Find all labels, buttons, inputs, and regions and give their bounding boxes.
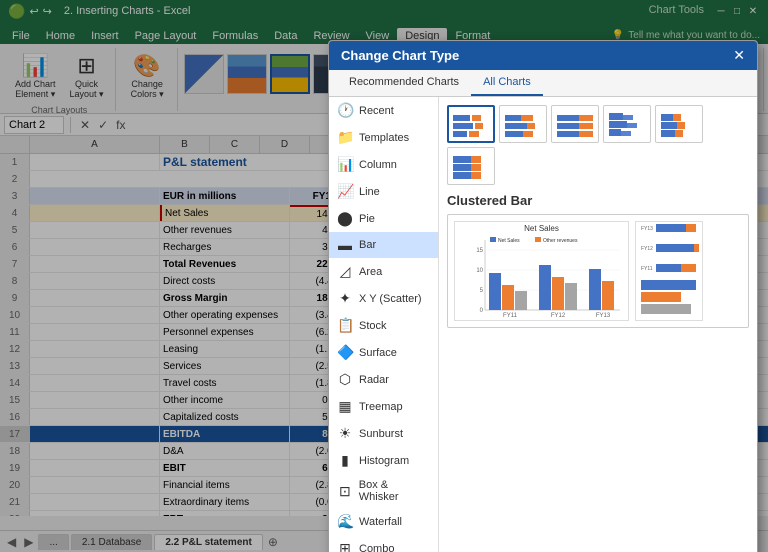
subtype-3d-100pct-bar[interactable] bbox=[447, 147, 495, 185]
waterfall-icon: 🌊 bbox=[337, 513, 353, 530]
sunburst-icon: ☀ bbox=[337, 425, 353, 442]
modal-close-button[interactable]: ✕ bbox=[733, 47, 745, 64]
area-icon: ◿ bbox=[337, 263, 353, 280]
chart-type-line[interactable]: 📈 Line bbox=[329, 178, 438, 205]
chart-preview: Net Sales 0 bbox=[447, 214, 749, 328]
chart-type-pie[interactable]: ⬤ Pie bbox=[329, 205, 438, 232]
subtype-clustered-bar[interactable] bbox=[447, 105, 495, 143]
chart-type-radar[interactable]: ⬡ Radar bbox=[329, 366, 438, 393]
tab-all-charts[interactable]: All Charts bbox=[471, 70, 543, 96]
histogram-icon: ▮ bbox=[337, 452, 353, 469]
combo-icon: ⊞ bbox=[337, 540, 353, 552]
treemap-icon: ▦ bbox=[337, 398, 353, 415]
preview-alt-chart: FY13 FY12 FY11 bbox=[635, 221, 703, 321]
svg-text:Net Sales: Net Sales bbox=[498, 238, 520, 244]
svg-text:FY12: FY12 bbox=[551, 313, 566, 319]
tab-recommended-charts[interactable]: Recommended Charts bbox=[337, 70, 471, 96]
subtype-100pct-stacked-bar[interactable] bbox=[551, 105, 599, 143]
pie-icon: ⬤ bbox=[337, 210, 353, 227]
recent-icon: 🕐 bbox=[337, 102, 353, 119]
chart-type-combo[interactable]: ⊞ Combo bbox=[329, 535, 438, 552]
scatter-icon: ✦ bbox=[337, 290, 353, 307]
chart-type-bar[interactable]: ▬ Bar bbox=[329, 232, 438, 258]
svg-text:FY11: FY11 bbox=[641, 266, 653, 272]
line-icon: 📈 bbox=[337, 183, 353, 200]
radar-icon: ⬡ bbox=[337, 371, 353, 388]
modal-tab-bar: Recommended Charts All Charts bbox=[329, 70, 757, 97]
svg-text:FY11: FY11 bbox=[503, 313, 518, 319]
chart-type-box-whisker[interactable]: ⊡ Box & Whisker bbox=[329, 474, 438, 508]
svg-text:Other revenues: Other revenues bbox=[543, 238, 578, 244]
stock-icon: 📋 bbox=[337, 317, 353, 334]
subtype-3d-clustered-bar[interactable] bbox=[603, 105, 651, 143]
subtype-stacked-bar[interactable] bbox=[499, 105, 547, 143]
svg-text:FY13: FY13 bbox=[641, 226, 653, 232]
chart-type-surface[interactable]: 🔷 Surface bbox=[329, 339, 438, 366]
svg-text:FY12: FY12 bbox=[641, 246, 653, 252]
modal-header: Change Chart Type ✕ bbox=[329, 41, 757, 70]
chart-subtype-panel: Clustered Bar Net Sales bbox=[439, 97, 757, 552]
preview-chart-title: Net Sales bbox=[455, 222, 628, 235]
modal-title: Change Chart Type bbox=[341, 48, 459, 63]
svg-text:0: 0 bbox=[480, 308, 484, 314]
chart-type-treemap[interactable]: ▦ Treemap bbox=[329, 393, 438, 420]
selected-chart-name: Clustered Bar bbox=[447, 193, 749, 208]
chart-type-templates[interactable]: 📁 Templates bbox=[329, 124, 438, 151]
surface-icon: 🔷 bbox=[337, 344, 353, 361]
chart-type-stock[interactable]: 📋 Stock bbox=[329, 312, 438, 339]
chart-type-waterfall[interactable]: 🌊 Waterfall bbox=[329, 508, 438, 535]
svg-text:10: 10 bbox=[476, 268, 483, 274]
svg-text:15: 15 bbox=[476, 248, 483, 254]
bar-icon: ▬ bbox=[337, 237, 353, 253]
templates-icon: 📁 bbox=[337, 129, 353, 146]
svg-text:FY13: FY13 bbox=[596, 313, 611, 319]
column-icon: 📊 bbox=[337, 156, 353, 173]
chart-type-sunburst[interactable]: ☀ Sunburst bbox=[329, 420, 438, 447]
chart-type-histogram[interactable]: ▮ Histogram bbox=[329, 447, 438, 474]
chart-subtype-grid bbox=[447, 105, 749, 185]
chart-type-list: 🕐 Recent 📁 Templates 📊 Column 📈 Line bbox=[329, 97, 439, 552]
chart-type-scatter[interactable]: ✦ X Y (Scatter) bbox=[329, 285, 438, 312]
modal-body: 🕐 Recent 📁 Templates 📊 Column 📈 Line bbox=[329, 97, 757, 552]
preview-chart-svg: 0 5 10 15 bbox=[455, 235, 625, 320]
preview-main-chart: Net Sales 0 bbox=[454, 221, 629, 321]
box-whisker-icon: ⊡ bbox=[337, 483, 353, 500]
chart-type-recent[interactable]: 🕐 Recent bbox=[329, 97, 438, 124]
subtype-3d-stacked-bar[interactable] bbox=[655, 105, 703, 143]
preview-alt-svg: FY13 FY12 FY11 bbox=[636, 222, 701, 317]
chart-type-area[interactable]: ◿ Area bbox=[329, 258, 438, 285]
svg-text:5: 5 bbox=[480, 288, 484, 294]
modal-overlay: Change Chart Type ✕ Recommended Charts A… bbox=[0, 0, 768, 552]
change-chart-type-modal: Change Chart Type ✕ Recommended Charts A… bbox=[328, 40, 758, 552]
chart-type-column[interactable]: 📊 Column bbox=[329, 151, 438, 178]
